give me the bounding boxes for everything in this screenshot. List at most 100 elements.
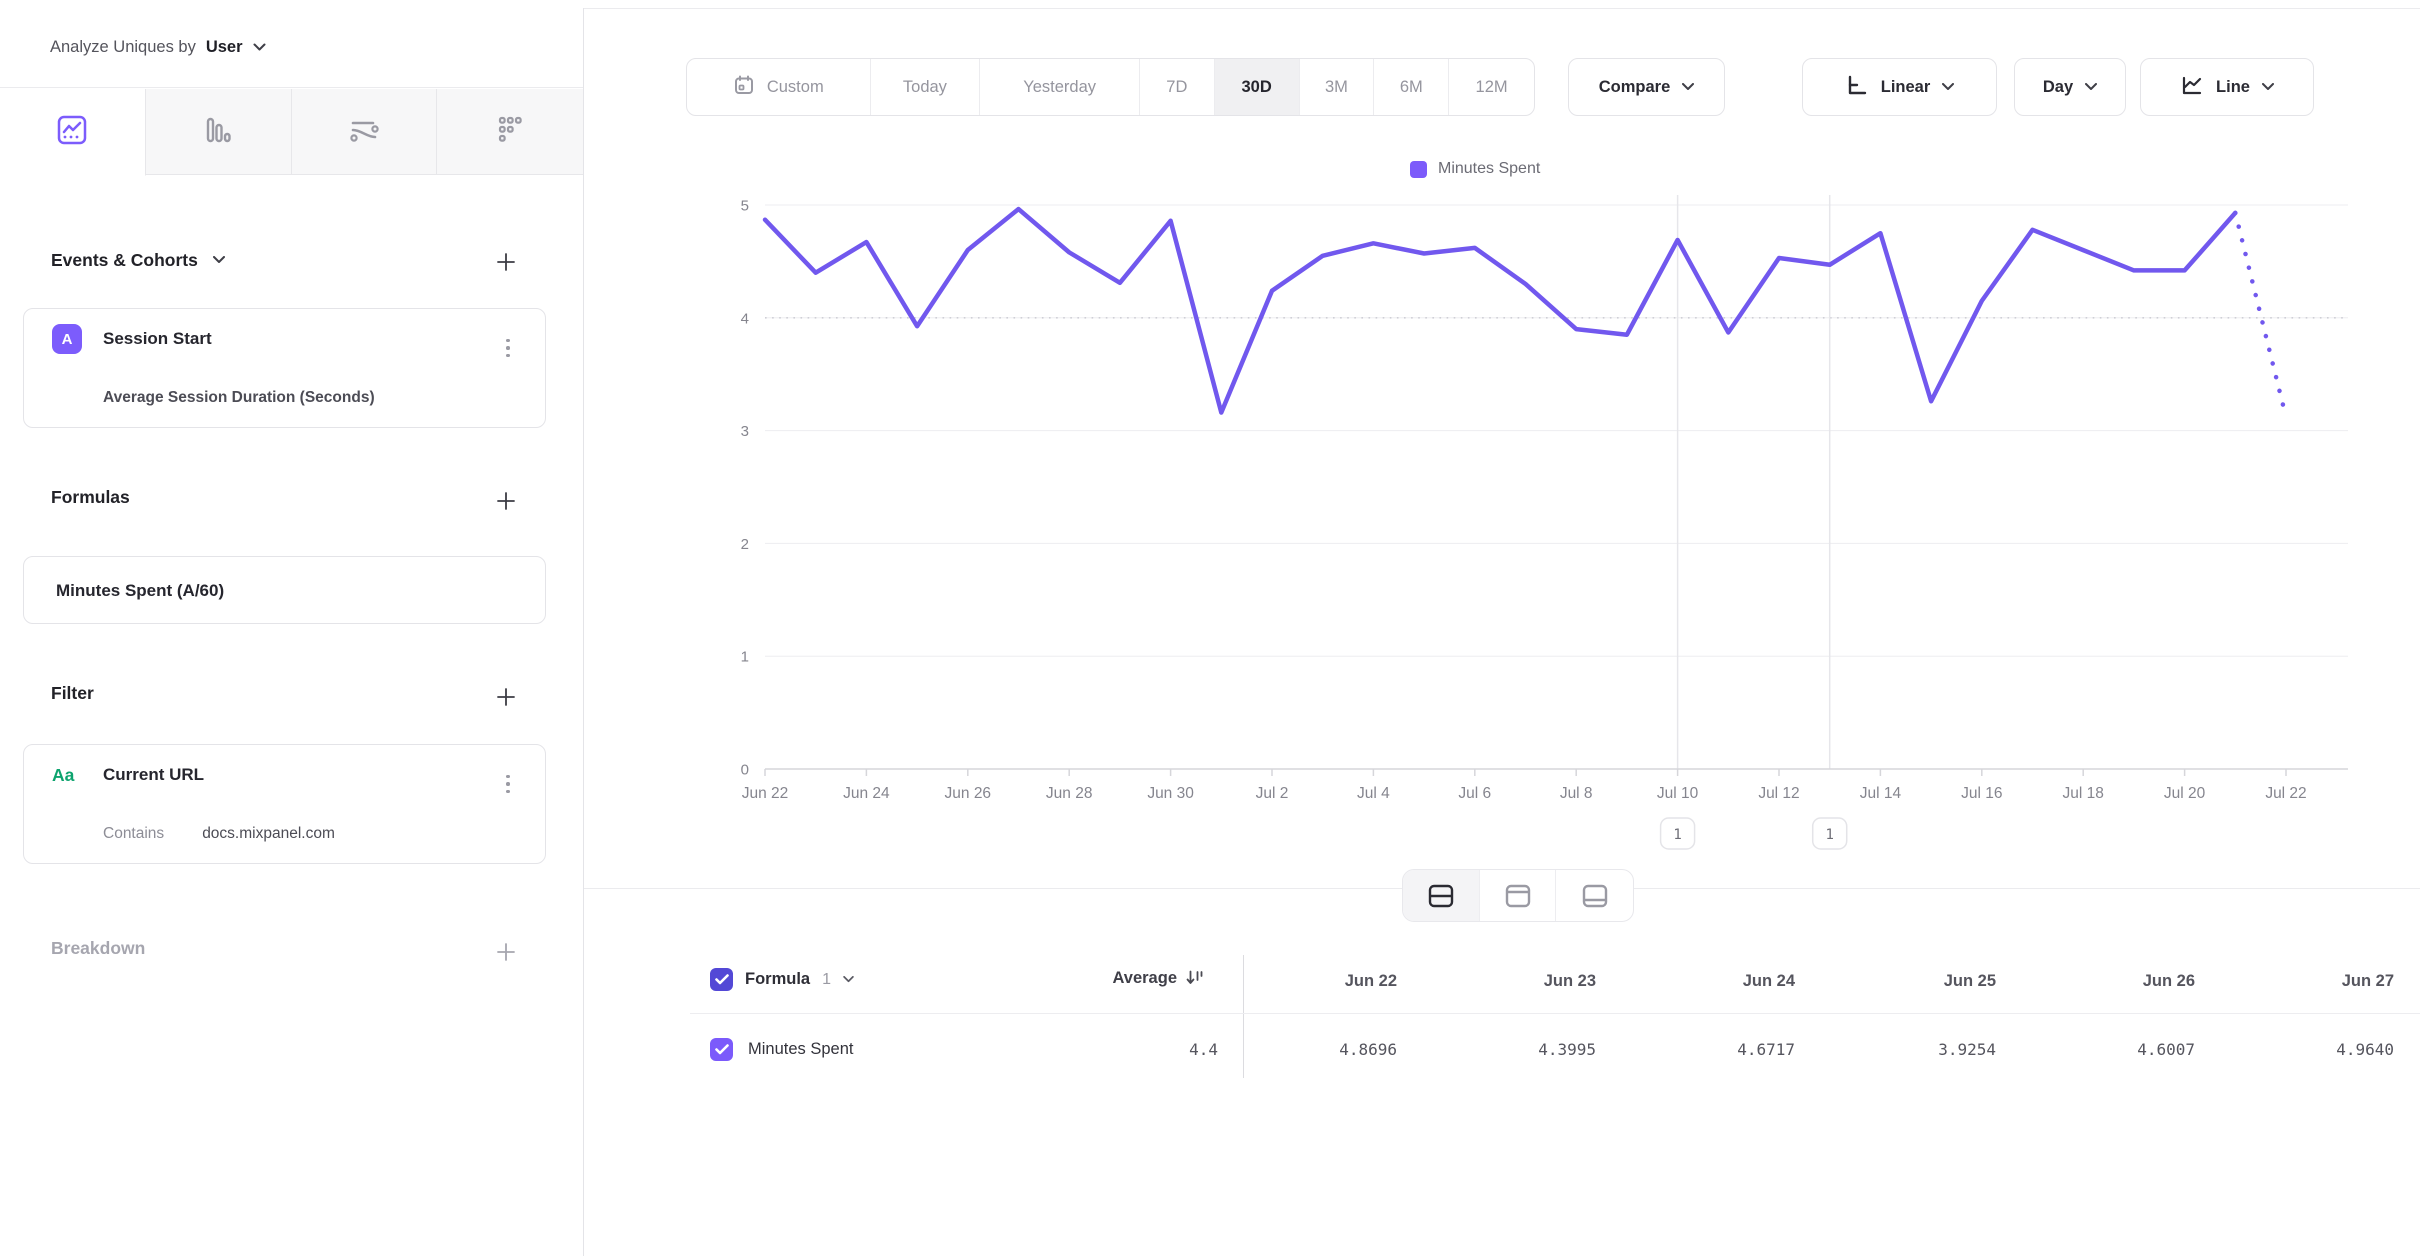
date-range-6m[interactable]: 6M [1374,59,1449,115]
analyze-value-dropdown[interactable]: User [206,38,243,57]
date-range-label: 7D [1166,78,1187,97]
date-range-label: 3M [1325,78,1348,97]
event-options-menu[interactable] [493,333,523,363]
compare-button[interactable]: Compare [1568,58,1725,116]
date-range-3m[interactable]: 3M [1300,59,1375,115]
cell-value: 4.6717 [1615,1040,1795,1059]
breakdown-title: Breakdown [51,938,145,958]
date-column-header[interactable]: Jun 26 [2015,972,2195,991]
chevron-down-icon[interactable] [213,248,225,269]
date-range-label: 30D [1242,78,1272,97]
cell-value: 4.8696 [1217,1040,1397,1059]
axis-icon [1845,73,1869,102]
table-only-view-button[interactable] [1556,870,1633,921]
event-card-row: A Session Start [24,309,545,369]
event-aggregation[interactable]: Average Session Duration (Seconds) [103,389,375,407]
line-chart[interactable]: 012345Jun 22Jun 24Jun 26Jun 28Jun 30Jul … [583,120,2420,882]
tab-metrics[interactable] [437,89,583,175]
add-formula-button[interactable] [490,485,522,517]
event-card-session-start[interactable]: A Session Start Average Session Duration… [23,308,546,428]
formula-card[interactable]: Minutes Spent (A/60) [23,556,546,624]
svg-text:Jun 28: Jun 28 [1046,785,1093,802]
add-filter-button[interactable] [490,681,522,713]
svg-text:2: 2 [741,536,749,553]
svg-text:Jul 12: Jul 12 [1758,785,1799,802]
date-range-label: 12M [1476,78,1508,97]
series-checkbox[interactable] [710,1038,733,1061]
tab-bar-chart[interactable] [146,89,292,175]
filter-title: Filter [51,683,94,703]
split-view-button[interactable] [1403,870,1480,921]
date-range-7d[interactable]: 7D [1140,59,1215,115]
tab-flow[interactable] [292,89,438,175]
svg-text:Jul 16: Jul 16 [1961,785,2002,802]
filter-property-name: Current URL [103,765,204,785]
calendar-icon [733,74,755,101]
svg-text:Jul 18: Jul 18 [2063,785,2104,802]
date-range-yesterday[interactable]: Yesterday [980,59,1140,115]
filter-operator[interactable]: Contains [103,825,164,843]
date-column-header[interactable]: Jun 27 [2214,972,2394,991]
add-breakdown-button[interactable] [490,936,522,968]
view-toggle-group [1402,869,1634,922]
svg-text:Jul 4: Jul 4 [1357,785,1390,802]
svg-text:Jul 14: Jul 14 [1860,785,1902,802]
formulas-title: Formulas [51,487,130,507]
chart-style-label: Line [2216,78,2250,97]
tab-line-chart[interactable] [0,89,146,176]
chart-style-button[interactable]: Line [2140,58,2314,116]
table-row[interactable]: Minutes Spent [710,1038,853,1061]
svg-text:Jun 22: Jun 22 [742,785,789,802]
svg-text:Jul 10: Jul 10 [1657,785,1699,802]
formulas-heading: Formulas [51,487,130,508]
chart-only-view-icon [1504,883,1532,909]
table-group-header: Formula 1 [710,968,854,991]
svg-text:Jun 26: Jun 26 [945,785,992,802]
compare-label: Compare [1599,78,1671,97]
line-chart-icon [56,114,88,151]
scale-label: Linear [1881,78,1931,97]
average-column-header[interactable]: Average [1000,968,1205,988]
filter-value[interactable]: docs.mixpanel.com [202,825,335,843]
analyze-label: Analyze Uniques by [50,38,196,57]
svg-text:4: 4 [741,310,749,327]
date-column-header[interactable]: Jun 23 [1416,972,1596,991]
chart-only-view-button[interactable] [1480,870,1557,921]
scale-button[interactable]: Linear [1802,58,1997,116]
date-range-today[interactable]: Today [871,59,981,115]
date-range-label: Today [903,78,947,97]
bar-chart-icon [202,114,234,151]
svg-text:Jul 6: Jul 6 [1458,785,1491,802]
events-cohorts-heading: Events & Cohorts [51,248,225,271]
date-range-12m[interactable]: 12M [1449,59,1534,115]
date-range-selector: Custom Today Yesterday 7D 30D 3M 6M 12M [686,58,1535,116]
series-name: Minutes Spent [748,1040,853,1059]
date-column-header[interactable]: Jun 25 [1816,972,1996,991]
average-label: Average [1112,969,1177,988]
date-column-header[interactable]: Jun 24 [1615,972,1795,991]
sort-descending-icon [1185,968,1205,988]
date-range-30d[interactable]: 30D [1215,59,1300,115]
chevron-down-icon [253,38,266,57]
date-range-label: Custom [767,78,824,97]
interval-button[interactable]: Day [2014,58,2126,116]
svg-text:Jun 24: Jun 24 [843,785,890,802]
line-chart-icon [2180,73,2204,102]
svg-text:5: 5 [741,198,749,215]
chevron-down-icon [2085,83,2097,91]
formula-checkbox[interactable] [710,968,733,991]
date-range-custom[interactable]: Custom [687,59,871,115]
cell-value: 4.3995 [1416,1040,1596,1059]
formula-group-label[interactable]: Formula [745,970,810,989]
insights-report: Analyze Uniques by User [0,0,2420,1256]
add-event-button[interactable] [490,246,522,278]
filter-card-current-url[interactable]: Aa Current URL Contains docs.mixpanel.co… [23,744,546,864]
chevron-down-icon[interactable] [843,976,854,983]
svg-text:1: 1 [1673,827,1681,843]
date-range-label: 6M [1400,78,1423,97]
date-column-header[interactable]: Jun 22 [1217,972,1397,991]
svg-text:Jul 8: Jul 8 [1560,785,1593,802]
chevron-down-icon [1942,83,1954,91]
filter-heading: Filter [51,683,94,704]
filter-options-menu[interactable] [493,769,523,799]
